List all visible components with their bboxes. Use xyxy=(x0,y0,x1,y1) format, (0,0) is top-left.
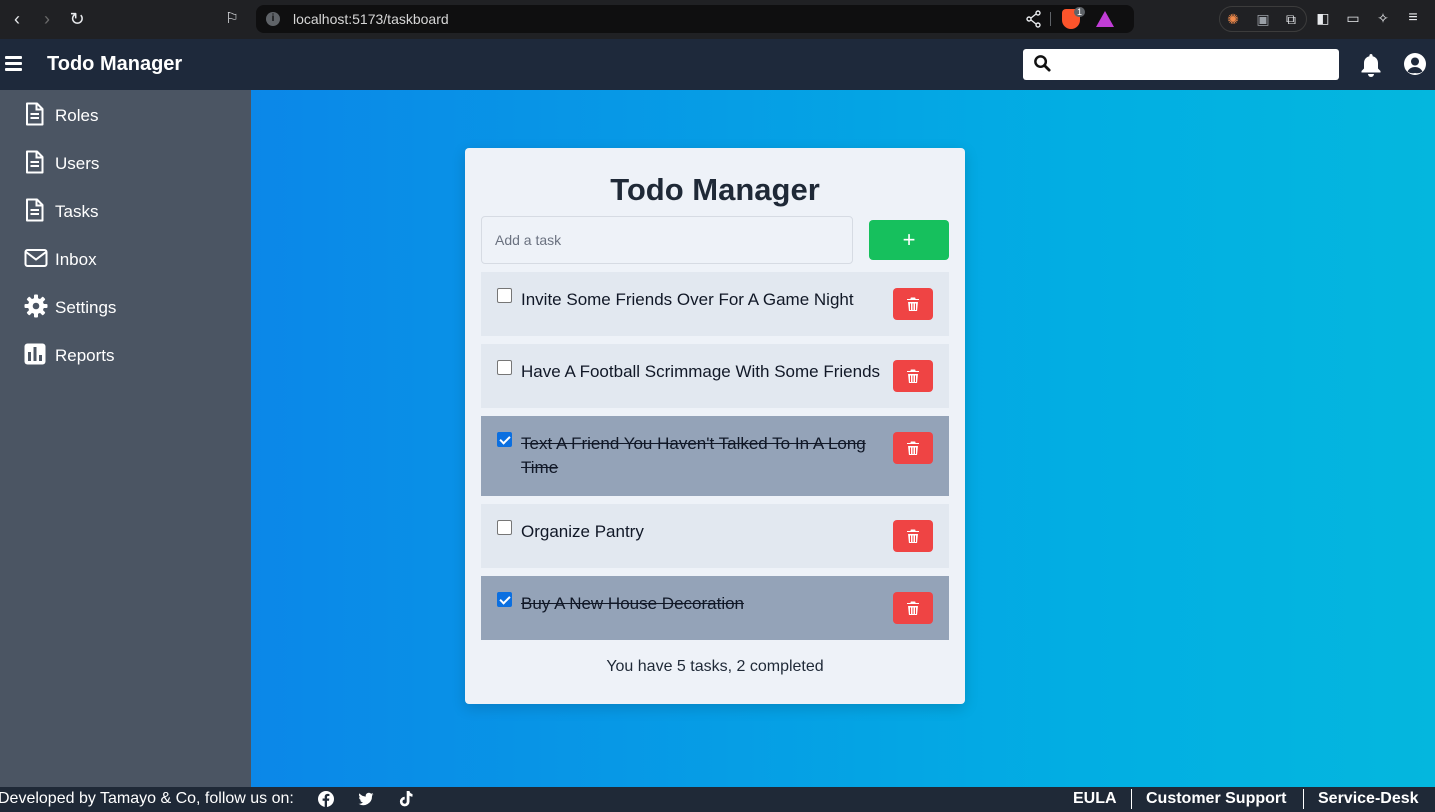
robot-icon[interactable]: ▣ xyxy=(1254,10,1272,28)
task-text: Invite Some Friends Over For A Game Nigh… xyxy=(521,290,854,309)
sidebar-item-users[interactable]: Users xyxy=(24,150,244,178)
document-icon xyxy=(26,150,44,174)
sidebar-item-label: Users xyxy=(55,154,100,173)
sidebar: Roles Users Tasks Inbox Settings Reports xyxy=(0,90,251,787)
trash-icon xyxy=(906,368,920,384)
site-info-icon[interactable]: i xyxy=(266,12,280,26)
sidebar-item-label: Reports xyxy=(55,346,115,365)
sidebar-item-label: Inbox xyxy=(55,250,97,269)
delete-task-button[interactable] xyxy=(893,360,933,392)
delete-task-button[interactable] xyxy=(893,520,933,552)
sidebar-item-label: Roles xyxy=(55,106,99,125)
forward-icon[interactable]: › xyxy=(36,8,58,30)
reload-icon[interactable]: ↻ xyxy=(66,8,88,30)
twitter-icon[interactable] xyxy=(358,791,374,807)
puzzle-icon[interactable]: ⧉ xyxy=(1282,10,1300,28)
tiktok-icon[interactable] xyxy=(398,791,414,807)
task-item: Invite Some Friends Over For A Game Nigh… xyxy=(481,272,949,336)
document-icon xyxy=(26,102,44,126)
task-text: Buy A New House Decoration xyxy=(521,594,745,613)
trash-icon xyxy=(906,600,920,616)
document-icon xyxy=(26,198,44,222)
developer-credit: Developed by Tamayo & Co, follow us on: xyxy=(0,790,294,807)
task-item: Have A Football Scrimmage With Some Frie… xyxy=(481,344,949,408)
main-content: Todo Manager + Invite Some Friends Over … xyxy=(251,90,1435,787)
task-item: Buy A New House Decoration xyxy=(481,576,949,640)
task-item: Text A Friend You Haven't Talked To In A… xyxy=(481,416,949,496)
browser-toolbar: ‹ › ↻ ⚐ i localhost:5173/taskboard 1 ✺ ▣… xyxy=(0,0,1435,39)
task-text: Have A Football Scrimmage With Some Frie… xyxy=(521,362,881,381)
task-checkbox[interactable] xyxy=(497,520,512,535)
task-checkbox[interactable] xyxy=(497,432,512,447)
app-header: Todo Manager xyxy=(0,39,1435,90)
task-text: Organize Pantry xyxy=(521,522,644,541)
sidebar-item-reports[interactable]: Reports xyxy=(24,342,244,370)
back-icon[interactable]: ‹ xyxy=(6,8,28,30)
task-text: Text A Friend You Haven't Talked To In A… xyxy=(521,434,866,477)
gear-icon xyxy=(24,294,48,318)
delete-task-button[interactable] xyxy=(893,432,933,464)
sidebar-item-inbox[interactable]: Inbox xyxy=(24,246,244,274)
divider xyxy=(1050,12,1051,26)
card-title: Todo Manager xyxy=(610,172,820,207)
bookmark-icon[interactable]: ⚐ xyxy=(221,8,243,30)
sidebar-item-settings[interactable]: Settings xyxy=(24,294,244,322)
user-profile-icon[interactable] xyxy=(1403,52,1427,76)
sidebar-item-tasks[interactable]: Tasks xyxy=(24,198,244,226)
task-summary: You have 5 tasks, 2 completed xyxy=(606,658,824,675)
eula-link[interactable]: EULA xyxy=(1073,790,1117,808)
leo-ai-icon[interactable]: ✧ xyxy=(1374,9,1392,27)
add-task-input[interactable] xyxy=(481,216,853,264)
search-input[interactable] xyxy=(1023,49,1339,80)
trash-icon xyxy=(906,528,920,544)
address-bar[interactable]: i localhost:5173/taskboard 1 xyxy=(256,5,1134,33)
add-task-button[interactable]: + xyxy=(869,220,949,260)
divider xyxy=(1131,789,1132,809)
envelope-icon xyxy=(24,249,48,267)
menu-icon[interactable]: ≡ xyxy=(1404,9,1422,27)
brave-rewards-icon[interactable] xyxy=(1096,11,1114,27)
delete-task-button[interactable] xyxy=(893,288,933,320)
todo-card: Todo Manager + Invite Some Friends Over … xyxy=(465,148,965,704)
chart-icon xyxy=(24,343,46,365)
wallet-icon[interactable]: ▭ xyxy=(1344,9,1362,27)
trash-icon xyxy=(906,440,920,456)
footer: Developed by Tamayo & Co, follow us on: … xyxy=(0,787,1435,812)
divider xyxy=(1303,789,1304,809)
service-desk-link[interactable]: Service-Desk xyxy=(1318,790,1419,808)
bell-icon[interactable] xyxy=(1359,52,1383,78)
task-checkbox[interactable] xyxy=(497,592,512,607)
share-icon[interactable] xyxy=(1026,10,1042,28)
task-checkbox[interactable] xyxy=(497,360,512,375)
search-icon xyxy=(1034,55,1051,72)
extensions-group: ✺ ▣ ⧉ xyxy=(1219,6,1307,32)
shields-badge: 1 xyxy=(1074,7,1086,17)
sidebar-toggle-icon[interactable]: ◧ xyxy=(1314,9,1332,27)
hamburger-menu-icon[interactable] xyxy=(5,56,22,71)
sidebar-item-label: Settings xyxy=(55,298,117,317)
url-text: localhost:5173/taskboard xyxy=(293,11,449,27)
trash-icon xyxy=(906,296,920,312)
cookie-icon[interactable]: ✺ xyxy=(1224,10,1242,28)
task-checkbox[interactable] xyxy=(497,288,512,303)
sidebar-item-label: Tasks xyxy=(55,202,99,221)
app-title: Todo Manager xyxy=(47,53,183,75)
facebook-icon[interactable] xyxy=(318,791,334,807)
customer-support-link[interactable]: Customer Support xyxy=(1146,790,1286,808)
delete-task-button[interactable] xyxy=(893,592,933,624)
task-item: Organize Pantry xyxy=(481,504,949,568)
sidebar-item-roles[interactable]: Roles xyxy=(24,102,244,130)
